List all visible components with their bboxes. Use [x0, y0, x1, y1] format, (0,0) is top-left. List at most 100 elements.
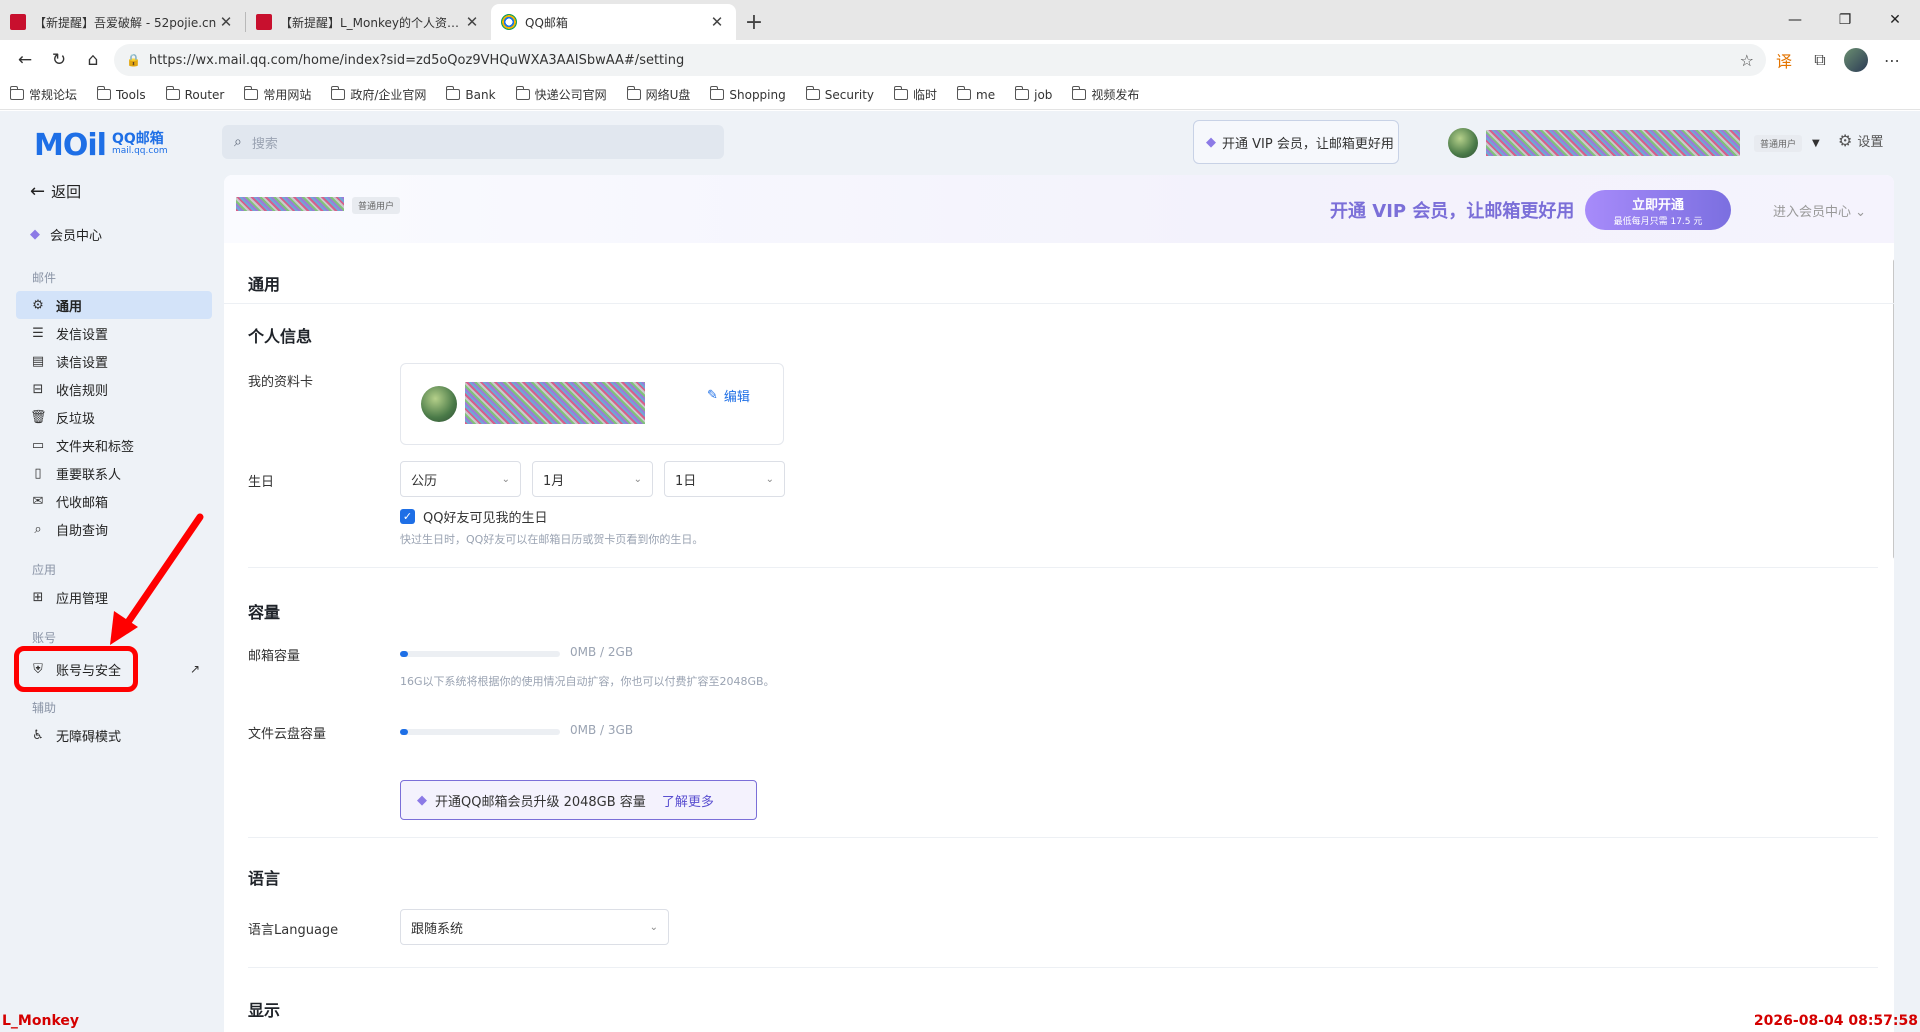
folder-icon: [894, 86, 909, 100]
bookmark-folder[interactable]: 视频发布: [1072, 86, 1139, 103]
proxy-mail-icon: ✉: [32, 493, 44, 509]
divider: [224, 303, 1894, 304]
vip-promo-pill[interactable]: ◆ 开通 VIP 会员，让邮箱更好用 ›: [1193, 120, 1399, 164]
52pojie-favicon-icon: [10, 14, 26, 30]
select-value: 1月: [543, 473, 565, 489]
mail-capacity-value: 0MB / 2GB: [570, 645, 634, 659]
birth-month-select[interactable]: 1月 ⌄: [532, 461, 653, 497]
calendar-type-select[interactable]: 公历 ⌄: [400, 461, 521, 497]
profile-button[interactable]: [1838, 44, 1874, 76]
window-controls: — ❐ ✕: [1770, 0, 1920, 40]
folder-icon: [165, 86, 180, 100]
sidebar-item-important-contacts[interactable]: ▯ 重要联系人: [16, 459, 212, 487]
folder-icon: [626, 86, 641, 100]
sidebar-item-proxy-mailbox[interactable]: ✉ 代收邮箱: [16, 487, 212, 515]
new-tab-button[interactable]: +: [736, 4, 772, 40]
qqmail-app: MOil QQ邮箱 mail.qq.com ← 返回 ◆ 会员中心 邮件 ⚙ 通…: [0, 111, 1920, 1032]
lock-icon[interactable]: 🔒: [126, 53, 141, 67]
learn-more-link[interactable]: 了解更多: [662, 791, 714, 810]
birthday-visible-checkbox[interactable]: ✓ QQ好友可见我的生日: [400, 507, 547, 526]
grid-icon: ⊞: [32, 589, 44, 605]
reload-icon[interactable]: ↻: [42, 44, 76, 76]
extensions-icon[interactable]: ⧉: [1802, 44, 1838, 76]
back-arrow-icon[interactable]: ←: [8, 44, 42, 76]
sidebar-item-account-security[interactable]: ⛨ 账号与安全 ↗: [16, 655, 212, 683]
open-vip-button[interactable]: 立即开通 最低每月只需 17.5 元: [1585, 190, 1731, 230]
sidebar-item-accessibility[interactable]: ♿ 无障碍模式: [16, 721, 212, 749]
birth-day-select[interactable]: 1日 ⌄: [664, 461, 785, 497]
select-value: 1日: [675, 473, 697, 489]
bookmark-folder[interactable]: 常规论坛: [10, 86, 77, 103]
edit-profile-button[interactable]: ✎ 编辑: [707, 386, 750, 405]
bookmark-folder[interactable]: Tools: [97, 86, 146, 102]
chevron-down-icon: ⌄: [765, 473, 774, 485]
settings-button[interactable]: ⚙ 设置: [1838, 131, 1883, 150]
search-placeholder: 搜索: [251, 136, 278, 152]
logo-text: QQ邮箱 mail.qq.com: [111, 132, 168, 157]
logo-domain: mail.qq.com: [111, 146, 168, 156]
browser-tab-qqmail[interactable]: QQ邮箱 ✕: [491, 4, 736, 40]
section-label-mail: 邮件: [32, 271, 57, 285]
sidebar-item-label: 应用管理: [56, 591, 109, 607]
bookmark-label: 常规论坛: [29, 88, 78, 102]
bookmark-label: 网络U盘: [645, 88, 691, 102]
member-center-link[interactable]: 进入会员中心 ⌄: [1773, 201, 1866, 220]
mail-search-input[interactable]: ⌕ 搜索: [222, 125, 724, 159]
translate-extension-icon[interactable]: 译: [1766, 44, 1802, 76]
bookmark-folder[interactable]: Router: [165, 86, 224, 102]
sidebar-item-folders-tags[interactable]: ▭ 文件夹和标签: [16, 431, 212, 459]
sidebar-item-label: 文件夹和标签: [56, 439, 135, 455]
star-icon[interactable]: ☆: [1740, 51, 1754, 70]
sidebar-item-general[interactable]: ⚙ 通用: [16, 291, 212, 319]
qqmail-logo[interactable]: MOil QQ邮箱 mail.qq.com: [34, 128, 168, 163]
upgrade-text: 开通QQ邮箱会员升级 2048GB 容量: [435, 794, 646, 810]
close-icon[interactable]: ✕: [217, 13, 235, 31]
watermark-user: L_Monkey: [2, 1013, 79, 1029]
browser-tab-52pojie[interactable]: 【新提醒】吾爱破解 - 52pojie.cn ✕: [0, 4, 245, 40]
minimize-icon[interactable]: —: [1770, 0, 1820, 40]
bookmark-folder[interactable]: 政府/企业官网: [331, 86, 426, 103]
bookmark-folder[interactable]: Security: [805, 86, 874, 102]
close-icon[interactable]: ✕: [463, 13, 481, 31]
bookmark-label: Tools: [116, 87, 146, 102]
sidebar-item-self-query[interactable]: ⌕ 自助查询: [16, 515, 212, 543]
vip-promo-text: 开通 VIP 会员，让邮箱更好用: [1330, 201, 1575, 222]
profile-avatar: [1844, 48, 1868, 72]
url-field[interactable]: 🔒 https://wx.mail.qq.com/home/index?sid=…: [114, 44, 1766, 76]
close-icon[interactable]: ✕: [708, 13, 726, 31]
bookmark-folder[interactable]: 网络U盘: [626, 86, 691, 103]
browser-tab-profile[interactable]: 【新提醒】L_Monkey的个人资料 - ✕: [246, 4, 491, 40]
bookmark-folder[interactable]: job: [1015, 86, 1053, 102]
window-close-icon[interactable]: ✕: [1870, 0, 1920, 40]
bookmark-folder[interactable]: Bank: [446, 86, 496, 102]
bookmarks-bar: 常规论坛 Tools Router 常用网站 政府/企业官网 Bank 快递公司…: [0, 80, 1920, 110]
gear-icon: ⚙: [1838, 131, 1853, 150]
section-heading-display: 显示: [248, 1001, 281, 1020]
avatar: [421, 386, 457, 422]
sidebar-item-app-management[interactable]: ⊞ 应用管理: [16, 583, 212, 611]
bookmark-label: job: [1034, 87, 1053, 102]
sidebar-item-read-settings[interactable]: ▤ 读信设置: [16, 347, 212, 375]
trash-icon: 🗑: [30, 409, 47, 425]
progress-fill: [400, 651, 408, 657]
bookmark-folder[interactable]: Shopping: [710, 86, 786, 102]
home-icon[interactable]: ⌂: [76, 44, 110, 76]
bookmark-folder[interactable]: 快递公司官网: [515, 86, 607, 103]
sidebar-item-inbox-rules[interactable]: ⊟ 收信规则: [16, 375, 212, 403]
folder-icon: [805, 86, 820, 100]
bookmark-folder[interactable]: 常用网站: [244, 86, 311, 103]
bookmark-folder[interactable]: me: [957, 86, 995, 102]
url-text: https://wx.mail.qq.com/home/index?sid=zd…: [148, 52, 685, 68]
bookmark-folder[interactable]: 临时: [894, 86, 937, 103]
browser-tab-bar: 【新提醒】吾爱破解 - 52pojie.cn ✕ 【新提醒】L_Monkey的个…: [0, 0, 1920, 40]
vip-center-link[interactable]: ◆ 会员中心: [30, 225, 102, 244]
back-button[interactable]: ← 返回: [30, 181, 81, 202]
restore-icon[interactable]: ❐: [1820, 0, 1870, 40]
user-account-menu[interactable]: 普通用户 ▼: [1448, 127, 1820, 159]
sidebar-item-send-settings[interactable]: ☰ 发信设置: [16, 319, 212, 347]
scrollbar[interactable]: [1893, 259, 1894, 559]
upgrade-capacity-banner[interactable]: ◆ 开通QQ邮箱会员升级 2048GB 容量 了解更多: [400, 780, 757, 820]
more-menu-icon[interactable]: ⋯: [1874, 44, 1910, 76]
sidebar-item-anti-spam[interactable]: 🗑 反垃圾: [16, 403, 212, 431]
language-select[interactable]: 跟随系统 ⌄: [400, 909, 669, 945]
